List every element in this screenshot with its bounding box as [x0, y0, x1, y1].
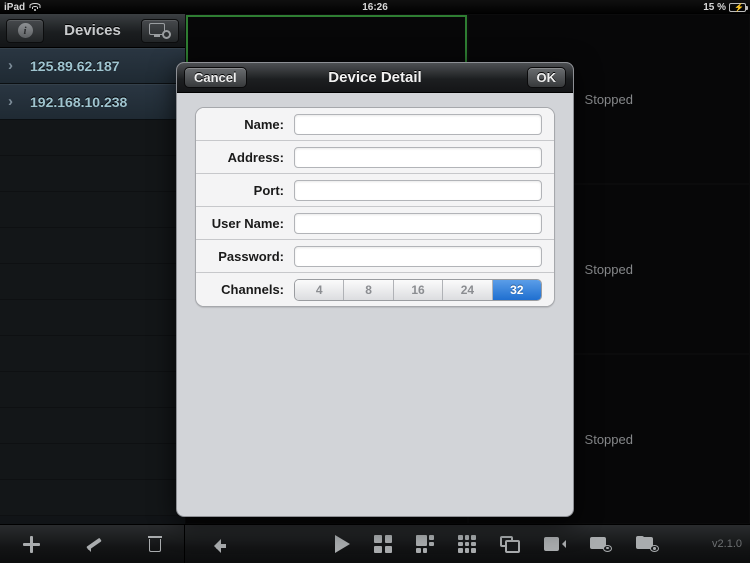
battery-percent-label: 15 % [703, 1, 726, 13]
form-row-address: Address: [196, 141, 554, 174]
list-item-empty [0, 336, 185, 372]
snapshot-view-button[interactable] [590, 536, 612, 552]
user-name-input[interactable] [294, 212, 542, 234]
water-drop-icon [251, 533, 271, 555]
list-item-empty [0, 192, 185, 228]
app-version-label: v2.1.0 [712, 538, 742, 550]
back-button[interactable] [207, 536, 227, 553]
list-item-empty [0, 372, 185, 408]
delete-device-button[interactable] [147, 536, 162, 552]
name-label: Name: [244, 116, 284, 132]
list-item-empty [0, 300, 185, 336]
camera-preview-icon [590, 536, 612, 552]
chevron-right-icon: › [8, 93, 13, 110]
list-item-empty [0, 228, 185, 264]
monitor-gear-icon [149, 22, 171, 39]
list-item-empty [0, 264, 185, 300]
fullscreen-icon [500, 535, 520, 553]
sidebar-header: i Devices [0, 14, 185, 48]
dialog-title-bar: Cancel Device Detail OK [177, 63, 573, 93]
info-circle-icon: i [17, 23, 33, 38]
channels-option-4[interactable]: 4 [295, 279, 345, 300]
list-item-empty [0, 480, 185, 516]
layout-3x3-button[interactable] [458, 535, 476, 553]
page-title: Devices [64, 22, 121, 39]
list-item-empty [0, 408, 185, 444]
form-row-channels: Channels: 4 8 16 24 32 [196, 273, 554, 306]
add-device-icon [22, 535, 40, 553]
status-bar-clock: 16:26 [362, 1, 388, 13]
back-arrow-icon [207, 536, 227, 553]
device-settings-button[interactable] [141, 18, 179, 43]
password-label: Password: [218, 248, 284, 264]
layout-1plus5-button[interactable] [416, 535, 434, 553]
list-item-empty [0, 156, 185, 192]
list-item-empty [0, 120, 185, 156]
add-device-button[interactable] [22, 535, 40, 553]
channels-option-8[interactable]: 8 [344, 279, 394, 300]
playback-button[interactable] [636, 536, 659, 552]
fullscreen-button[interactable] [500, 535, 520, 553]
device-ip-label: 192.168.10.238 [30, 93, 128, 110]
form-row-password: Password: [196, 240, 554, 273]
info-button[interactable]: i [6, 18, 44, 43]
ios-status-bar: iPad 16:26 15 % ⚡ [0, 0, 750, 14]
toolbar-left-group [0, 525, 185, 563]
play-button[interactable] [335, 535, 350, 553]
form-row-username: User Name: [196, 207, 554, 240]
folder-preview-icon [636, 536, 659, 552]
play-icon [335, 535, 350, 553]
channels-option-32[interactable]: 32 [492, 279, 541, 300]
device-ip-label: 125.89.62.187 [30, 57, 120, 74]
list-item[interactable]: › 125.89.62.187 [0, 48, 185, 84]
name-input[interactable] [294, 113, 542, 135]
ok-button[interactable]: OK [526, 67, 566, 88]
channels-option-16[interactable]: 16 [393, 279, 444, 300]
battery-charging-icon: ⚡ [729, 2, 748, 12]
device-detail-dialog: Cancel Device Detail OK Name: Address: P… [176, 62, 574, 517]
channels-label: Channels: [221, 282, 284, 297]
edit-device-button[interactable] [85, 536, 103, 552]
form-row-name: Name: [196, 108, 554, 141]
list-item-empty [0, 444, 185, 480]
list-item[interactable]: › 192.168.10.238 [0, 84, 185, 120]
video-status-label: Stopped [584, 91, 633, 107]
delete-device-icon [147, 536, 162, 552]
video-status-label: Stopped [584, 431, 633, 447]
channels-segmented-control[interactable]: 4 8 16 24 32 [294, 278, 542, 301]
edit-device-icon [85, 536, 103, 552]
layout-1plus5-icon [416, 535, 434, 553]
cancel-button[interactable]: Cancel [184, 67, 247, 88]
layout-3x3-icon [458, 535, 476, 553]
form-row-port: Port: [196, 174, 554, 207]
status-bar-right: 15 % ⚡ [703, 1, 748, 13]
drop-button[interactable] [251, 533, 271, 555]
device-form: Name: Address: Port: User Name: Password… [195, 107, 555, 307]
port-input[interactable] [294, 179, 542, 201]
record-button[interactable] [544, 537, 566, 551]
layout-2x2-button[interactable] [374, 535, 392, 553]
toolbar-right-group: v2.1.0 [185, 525, 750, 563]
camera-icon [544, 537, 566, 551]
video-status-label: Stopped [584, 261, 633, 277]
address-input[interactable] [294, 146, 542, 168]
layout-2x2-icon [374, 535, 392, 553]
port-label: Port: [253, 182, 284, 198]
chevron-right-icon: › [8, 57, 13, 74]
bottom-toolbar: v2.1.0 [0, 524, 750, 563]
devices-sidebar: i Devices › 125.89.62.187 › 192.168.10.2… [0, 14, 185, 524]
address-label: Address: [227, 149, 284, 165]
password-input[interactable] [294, 245, 542, 267]
channels-option-24[interactable]: 24 [443, 279, 493, 300]
user-name-label: User Name: [211, 215, 284, 231]
